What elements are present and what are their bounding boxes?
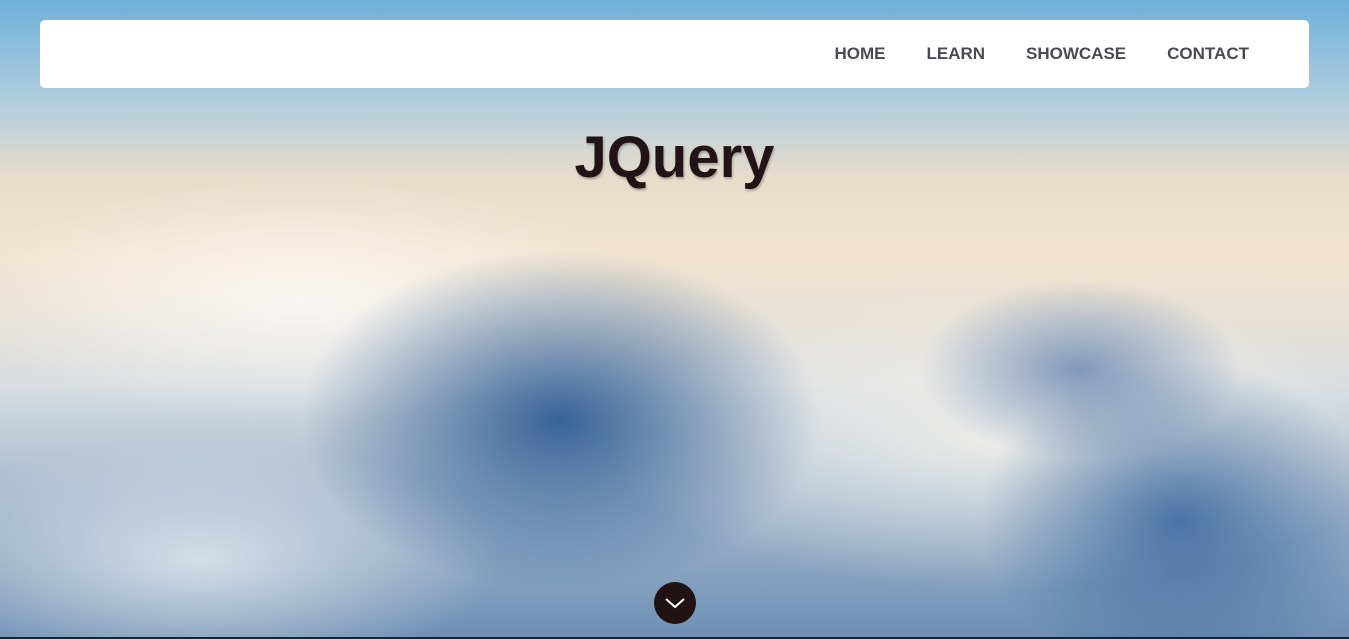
scroll-down-button[interactable]: [654, 582, 696, 624]
hero-title: JQuery: [574, 125, 775, 190]
navbar: HOME LEARN SHOWCASE CONTACT: [40, 20, 1309, 88]
chevron-down-icon: [665, 598, 685, 609]
nav-item-showcase[interactable]: SHOWCASE: [1026, 44, 1126, 64]
nav-item-learn[interactable]: LEARN: [926, 44, 985, 64]
nav-item-contact[interactable]: CONTACT: [1167, 44, 1249, 64]
nav-menu: HOME LEARN SHOWCASE CONTACT: [834, 20, 1249, 88]
nav-item-home[interactable]: HOME: [834, 44, 885, 64]
